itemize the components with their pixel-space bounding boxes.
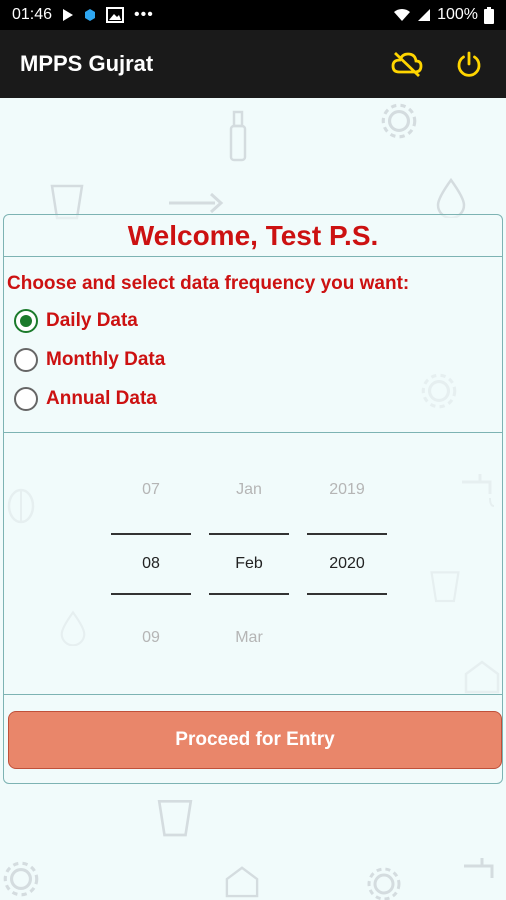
app-title: MPPS Gujrat (20, 51, 154, 76)
gear-icon (3, 861, 39, 897)
year-picker[interactable]: 2019 2020 (307, 433, 387, 694)
image-icon (106, 7, 125, 23)
gear-icon (367, 867, 401, 900)
proceed-for-entry-button[interactable]: Proceed for Entry (8, 711, 502, 769)
power-icon (457, 51, 481, 77)
radio-button[interactable] (14, 387, 38, 411)
month-current[interactable]: Feb (209, 555, 289, 573)
day-current[interactable]: 08 (111, 555, 191, 573)
radio-button[interactable] (14, 348, 38, 372)
tap-icon (464, 858, 494, 878)
radio-label-annual: Annual Data (46, 388, 157, 409)
month-picker[interactable]: Jan Feb Mar (209, 433, 289, 694)
signal-icon (417, 8, 431, 22)
play-store-icon (62, 8, 74, 22)
day-prev[interactable]: 07 (111, 481, 191, 499)
day-next[interactable]: 09 (111, 629, 191, 647)
date-picker: 07 08 09 Jan Feb Mar 2019 2020 (4, 433, 502, 695)
year-current[interactable]: 2020 (307, 555, 387, 573)
radio-button-checked[interactable] (14, 309, 38, 333)
radio-label-daily: Daily Data (46, 310, 138, 331)
divider (111, 593, 191, 595)
frequency-section: Choose and select data frequency you wan… (4, 257, 502, 433)
radio-daily-data[interactable]: Daily Data (14, 309, 138, 333)
more-icon: ••• (134, 6, 154, 23)
welcome-heading: Welcome, Test P.S. (4, 215, 502, 257)
divider (307, 593, 387, 595)
bucket-icon (157, 800, 193, 837)
battery-level: 100% (437, 6, 478, 23)
clock: 01:46 (12, 6, 53, 23)
radio-annual-data[interactable]: Annual Data (14, 387, 157, 411)
frequency-prompt: Choose and select data frequency you wan… (7, 273, 410, 294)
cloud-off-icon (391, 51, 423, 78)
house-icon (225, 866, 259, 898)
app-bar: MPPS Gujrat (0, 30, 506, 98)
year-prev[interactable]: 2019 (307, 481, 387, 499)
power-button[interactable] (452, 47, 486, 81)
divider (307, 533, 387, 535)
radio-label-monthly: Monthly Data (46, 349, 166, 370)
blue-dot-icon (84, 9, 96, 21)
day-picker[interactable]: 07 08 09 (111, 433, 191, 694)
battery-icon (484, 6, 494, 24)
drop-icon (436, 178, 466, 218)
divider (209, 533, 289, 535)
main-card: Welcome, Test P.S. Choose and select dat… (3, 214, 503, 784)
month-prev[interactable]: Jan (209, 481, 289, 499)
radio-monthly-data[interactable]: Monthly Data (14, 348, 165, 372)
divider (209, 593, 289, 595)
month-next[interactable]: Mar (209, 629, 289, 647)
cloud-off-button[interactable] (390, 47, 424, 81)
status-bar: 01:46 ••• 100% (0, 0, 506, 30)
gear-icon (381, 103, 417, 139)
wifi-icon (393, 8, 411, 22)
bottle-icon (229, 110, 247, 162)
divider (111, 533, 191, 535)
